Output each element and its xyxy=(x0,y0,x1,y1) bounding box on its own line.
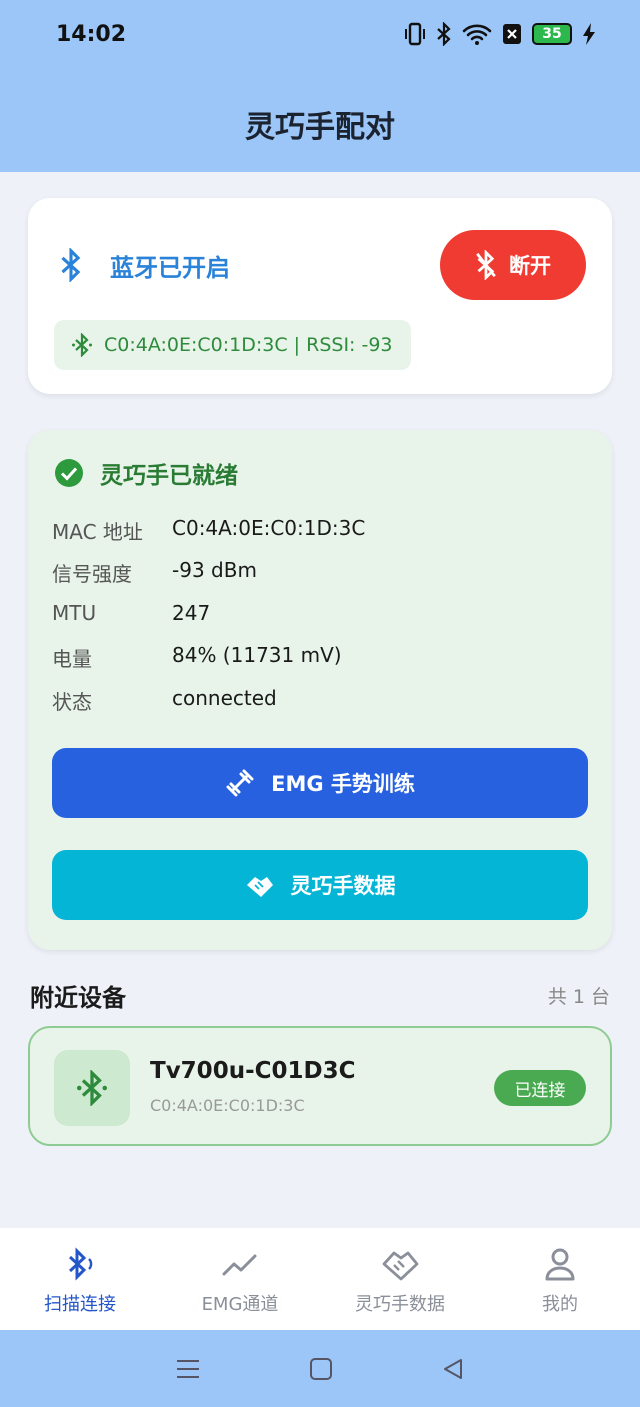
bluetooth-card: 蓝牙已开启 断开 C0:4A:0E:C0:1D:3C | RSSI: -93 xyxy=(28,198,612,394)
hand-data-button[interactable]: 灵巧手数据 xyxy=(52,850,588,920)
connected-device-chip: C0:4A:0E:C0:1D:3C | RSSI: -93 xyxy=(54,320,411,370)
info-row-mac: MAC 地址 C0:4A:0E:C0:1D:3C xyxy=(52,516,365,545)
device-mac: C0:4A:0E:C0:1D:3C xyxy=(150,1096,305,1115)
emg-training-button[interactable]: EMG 手势训练 xyxy=(52,748,588,818)
bluetooth-status-icon xyxy=(58,247,84,286)
nav-item-profile[interactable]: 我的 xyxy=(480,1228,640,1330)
page-title: 灵巧手配对 xyxy=(245,110,395,145)
disconnect-label: 断开 xyxy=(509,254,551,278)
home-icon[interactable] xyxy=(309,1357,333,1381)
ready-header: 灵巧手已就绪 xyxy=(54,456,238,490)
bluetooth-searching-icon xyxy=(72,333,92,357)
handshake-icon xyxy=(246,877,273,897)
nav-item-hand-data[interactable]: 灵巧手数据 xyxy=(320,1228,480,1330)
info-value: 84% (11731 mV) xyxy=(172,643,342,667)
bottom-nav: 扫描连接 EMG通道 灵巧手数据 我的 xyxy=(0,1228,640,1330)
nav-label: 扫描连接 xyxy=(44,1294,116,1315)
charging-icon xyxy=(583,23,595,45)
nav-label: EMG通道 xyxy=(201,1294,279,1315)
trend-line-icon xyxy=(222,1254,257,1276)
device-ready-card: 灵巧手已就绪 MAC 地址 C0:4A:0E:C0:1D:3C 信号强度 -93… xyxy=(28,430,612,950)
ready-title: 灵巧手已就绪 xyxy=(100,463,238,489)
nearby-devices-title: 附近设备 xyxy=(30,984,126,1012)
nav-label: 我的 xyxy=(542,1294,578,1315)
menu-icon[interactable] xyxy=(175,1357,201,1381)
connected-badge: 已连接 xyxy=(494,1070,586,1106)
info-row-signal: 信号强度 -93 dBm xyxy=(52,558,257,587)
dumbbell-icon xyxy=(226,769,254,797)
info-value: C0:4A:0E:C0:1D:3C xyxy=(172,516,366,540)
handshake-icon xyxy=(382,1251,419,1281)
sim-x-icon xyxy=(503,24,521,44)
bluetooth-off-icon xyxy=(476,250,496,280)
bluetooth-icon xyxy=(437,22,451,46)
vibrate-icon xyxy=(405,22,425,46)
info-row-battery: 电量 84% (11731 mV) xyxy=(52,643,342,672)
info-row-mtu: MTU 247 xyxy=(52,601,210,625)
bluetooth-status-text: 蓝牙已开启 xyxy=(110,254,230,282)
status-icons: 35 xyxy=(404,22,596,46)
info-label: 信号强度 xyxy=(52,562,132,586)
battery-icon: 35 xyxy=(532,23,572,45)
status-time: 14:02 xyxy=(56,22,127,47)
nav-item-scan[interactable]: 扫描连接 xyxy=(0,1228,160,1330)
device-name: Tv700u-C01D3C xyxy=(150,1058,356,1084)
info-value: connected xyxy=(172,686,277,710)
wifi-icon xyxy=(462,24,492,45)
top-header: 14:02 35 灵巧手配对 xyxy=(0,0,640,172)
device-bluetooth-icon xyxy=(54,1050,130,1126)
person-icon xyxy=(545,1248,575,1281)
check-circle-icon xyxy=(55,459,83,487)
nav-item-emg[interactable]: EMG通道 xyxy=(160,1228,320,1330)
disconnect-button[interactable]: 断开 xyxy=(440,230,586,300)
info-value: -93 dBm xyxy=(172,558,257,582)
device-list-item[interactable]: Tv700u-C01D3C C0:4A:0E:C0:1D:3C 已连接 xyxy=(28,1026,612,1146)
nearby-devices-count: 共 1 台 xyxy=(547,986,610,1008)
system-nav-bar xyxy=(0,1330,640,1407)
info-label: 状态 xyxy=(52,690,92,714)
hand-data-label: 灵巧手数据 xyxy=(290,874,396,898)
nav-label: 灵巧手数据 xyxy=(355,1294,445,1315)
device-info-text: C0:4A:0E:C0:1D:3C | RSSI: -93 xyxy=(104,334,393,356)
bluetooth-scan-icon xyxy=(68,1247,93,1281)
info-row-state: 状态 connected xyxy=(52,686,277,715)
emg-training-label: EMG 手势训练 xyxy=(271,772,415,796)
back-icon[interactable] xyxy=(441,1357,465,1381)
info-label: 电量 xyxy=(52,647,92,671)
info-label: MTU xyxy=(52,601,97,625)
info-value: 247 xyxy=(172,601,211,625)
info-label: MAC 地址 xyxy=(52,520,143,544)
